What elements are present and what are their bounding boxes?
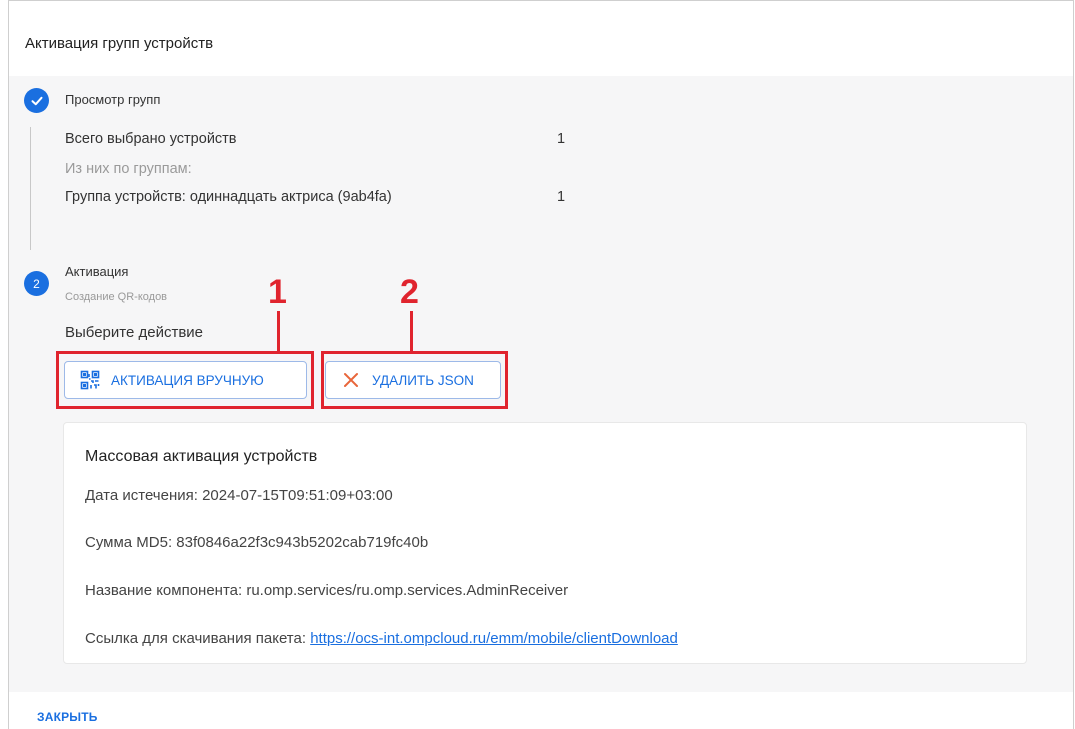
annotation-highlight-2 bbox=[321, 351, 508, 409]
close-button[interactable]: ЗАКРЫТЬ bbox=[37, 710, 98, 724]
total-devices-value: 1 bbox=[557, 131, 566, 147]
component-name: Название компонента: ru.omp.services/ru.… bbox=[85, 582, 569, 599]
dialog-header: Активация групп устройств bbox=[9, 0, 1073, 76]
choose-action-label: Выберите действие bbox=[65, 324, 204, 341]
dialog-title: Активация групп устройств bbox=[25, 35, 214, 52]
step-1-title: Просмотр групп bbox=[65, 92, 161, 107]
step-connector bbox=[30, 127, 31, 250]
groups-heading: Из них по группам: bbox=[65, 161, 192, 177]
group-row-value: 1 bbox=[557, 189, 566, 205]
total-devices-label: Всего выбрано устройств bbox=[65, 131, 237, 147]
annotation-highlight-1 bbox=[56, 351, 314, 409]
activation-info-card: Массовая активация устройств Дата истече… bbox=[63, 422, 1027, 664]
download-label: Ссылка для скачивания пакета: bbox=[85, 630, 311, 647]
annotation-line-2 bbox=[410, 311, 413, 352]
md5-sum: Сумма MD5: 83f0846a22f3c943b5202cab719fc… bbox=[85, 534, 429, 551]
card-title: Массовая активация устройств bbox=[85, 448, 318, 465]
download-row: Ссылка для скачивания пакета: https://oc… bbox=[85, 630, 678, 647]
download-link[interactable]: https://ocs-int.ompcloud.ru/emm/mobile/c… bbox=[310, 630, 678, 647]
step-2-badge: 2 bbox=[24, 271, 49, 296]
group-row-label: Группа устройств: одиннадцать актриса (9… bbox=[65, 189, 392, 205]
step-2-subtitle: Создание QR-кодов bbox=[65, 291, 168, 303]
step-1-check-icon bbox=[24, 88, 49, 113]
annotation-number-2: 2 bbox=[400, 273, 419, 311]
annotation-number-1: 1 bbox=[268, 273, 287, 311]
annotation-line-1 bbox=[277, 311, 280, 352]
step-2-title: Активация bbox=[65, 264, 129, 279]
expiry-date: Дата истечения: 2024-07-15T09:51:09+03:0… bbox=[85, 487, 393, 504]
